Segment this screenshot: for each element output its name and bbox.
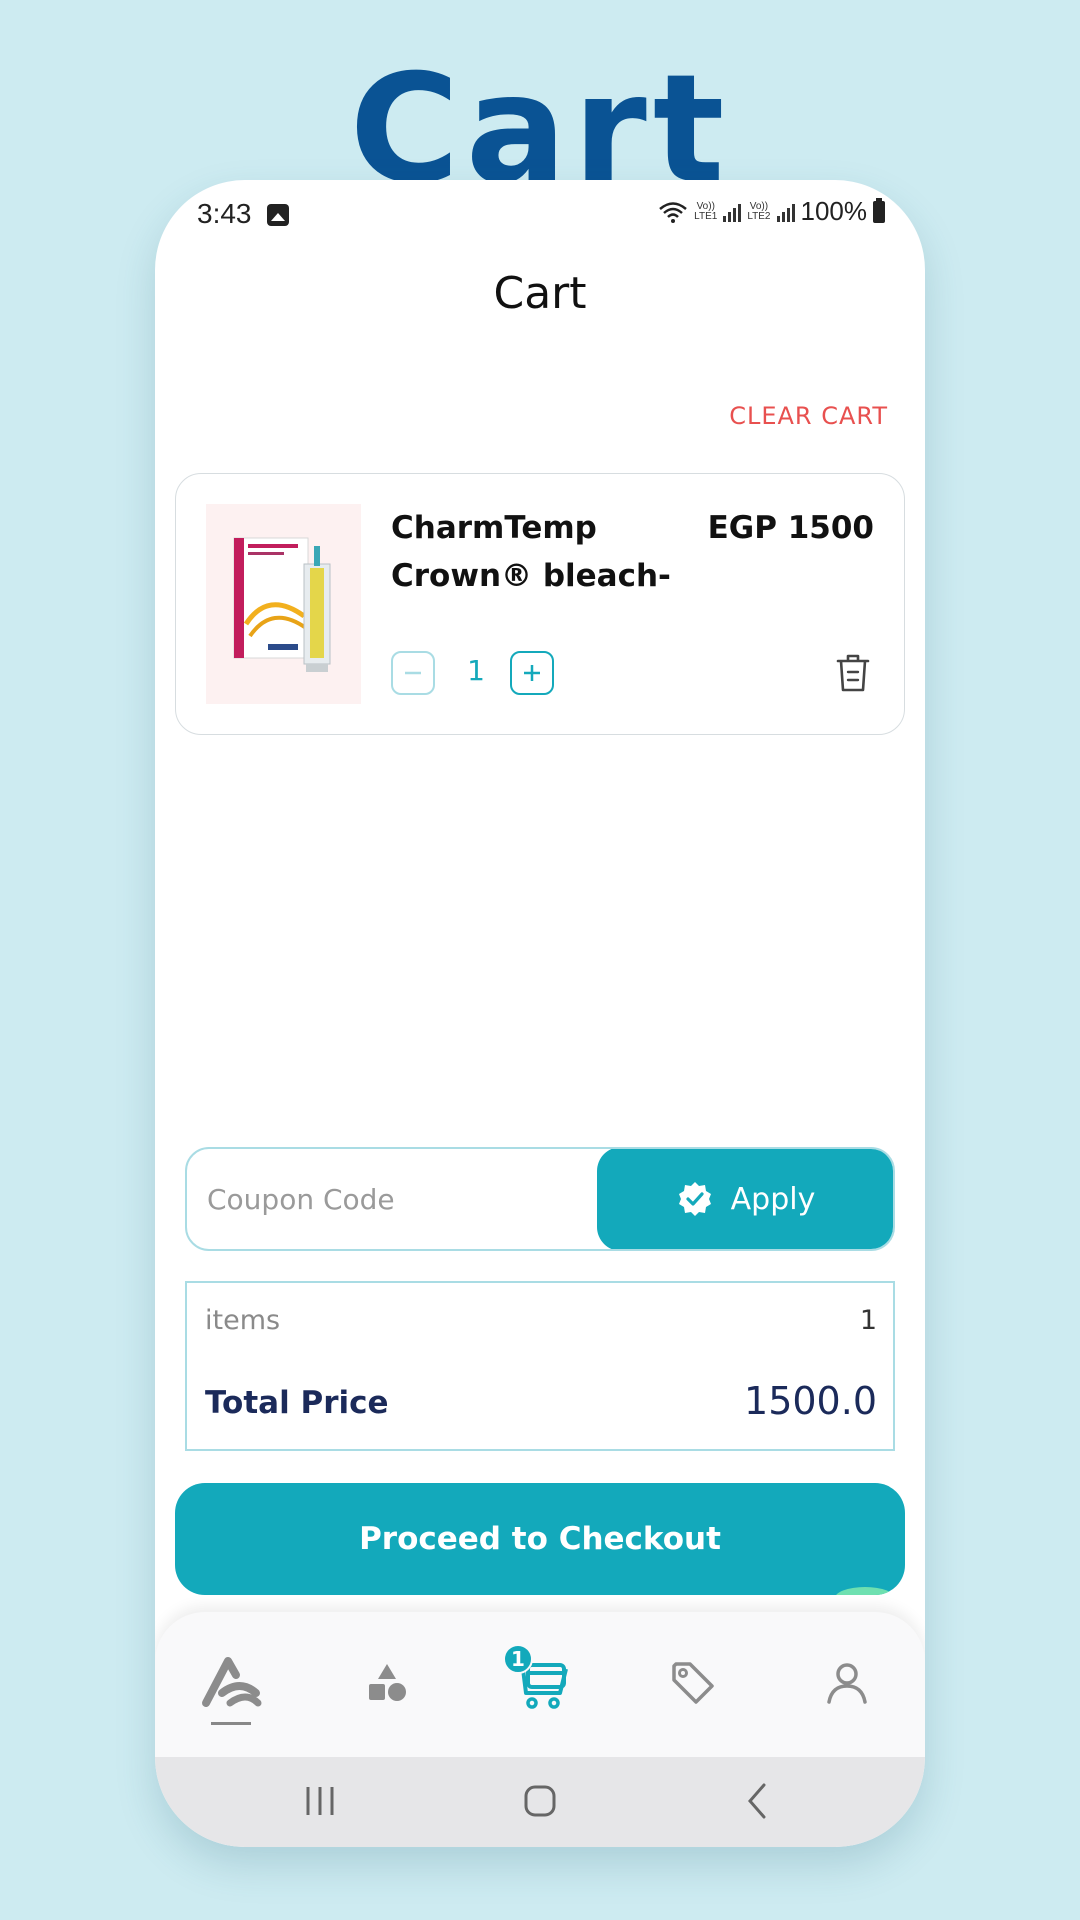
status-indicators: Vo)) LTE1 Vo)) LTE2 100% [658, 196, 885, 227]
page-title: Cart [493, 268, 587, 319]
product-image [206, 504, 361, 704]
home-logo-icon [202, 1657, 262, 1707]
lte1-label: Vo)) LTE1 [694, 200, 718, 222]
bottom-nav: 1 [155, 1612, 925, 1757]
categories-icon [369, 1664, 406, 1701]
back-button[interactable] [737, 1779, 777, 1823]
home-button[interactable] [518, 1779, 562, 1823]
system-navigation-bar [155, 1757, 925, 1847]
nav-active-indicator [211, 1722, 251, 1725]
product-title: CharmTemp Crown® bleach- [391, 510, 671, 594]
plus-icon [524, 665, 540, 681]
apply-label: Apply [730, 1181, 816, 1217]
coupon-box: Apply [185, 1147, 895, 1251]
back-icon [748, 1783, 766, 1819]
coupon-code-input[interactable] [187, 1149, 597, 1249]
apply-coupon-button[interactable]: Apply [597, 1149, 893, 1249]
wifi-icon [659, 201, 687, 223]
cart-item: CharmTemp Crown® bleach- EGP 1500 1 [175, 473, 905, 735]
nav-profile[interactable] [812, 1648, 882, 1718]
lte2-label: Vo)) LTE2 [747, 200, 771, 222]
nav-categories[interactable] [352, 1648, 422, 1718]
proceed-to-checkout-button[interactable]: Proceed to Checkout [175, 1483, 905, 1595]
status-time: 3:43 [197, 198, 252, 229]
home-icon [524, 1785, 556, 1817]
total-price-label: Total Price [205, 1385, 389, 1421]
items-count: 1 [859, 1305, 877, 1336]
checkout-glow [835, 1587, 895, 1595]
increase-quantity-button[interactable] [510, 651, 554, 695]
profile-icon [827, 1663, 867, 1704]
checkout-label: Proceed to Checkout [359, 1521, 721, 1557]
decrease-quantity-button[interactable] [391, 651, 435, 695]
product-image-graphic [206, 504, 361, 704]
minus-icon [405, 671, 421, 675]
battery-percent: 100% [800, 196, 868, 226]
total-price-value: 1500.0 [744, 1379, 877, 1423]
recent-apps-button[interactable] [300, 1779, 340, 1823]
signal-2-icon [776, 202, 795, 222]
nav-home[interactable] [197, 1648, 267, 1718]
clear-cart-button[interactable]: CLEAR CART [729, 402, 888, 430]
nav-cart[interactable]: 1 [503, 1644, 575, 1718]
recent-apps-icon [306, 1787, 334, 1815]
items-label: items [205, 1305, 281, 1336]
status-bar: 3:43 Vo)) LTE1 Vo)) LTE2 100% [155, 180, 925, 250]
quantity-value: 1 [467, 654, 485, 687]
product-price: EGP 1500 [707, 510, 874, 546]
signal-1-icon [723, 202, 742, 222]
cart-badge: 1 [503, 1644, 533, 1674]
order-summary: items 1 Total Price 1500.0 [185, 1281, 895, 1451]
verified-badge-icon [678, 1182, 711, 1216]
image-notification-icon [267, 204, 289, 226]
tag-icon [672, 1662, 714, 1704]
nav-offers[interactable] [658, 1648, 728, 1718]
battery-icon [873, 197, 885, 223]
trash-icon[interactable] [834, 652, 872, 694]
phone-frame: 3:43 Vo)) LTE1 Vo)) LTE2 100% Cart CLEAR C… [155, 180, 925, 1847]
